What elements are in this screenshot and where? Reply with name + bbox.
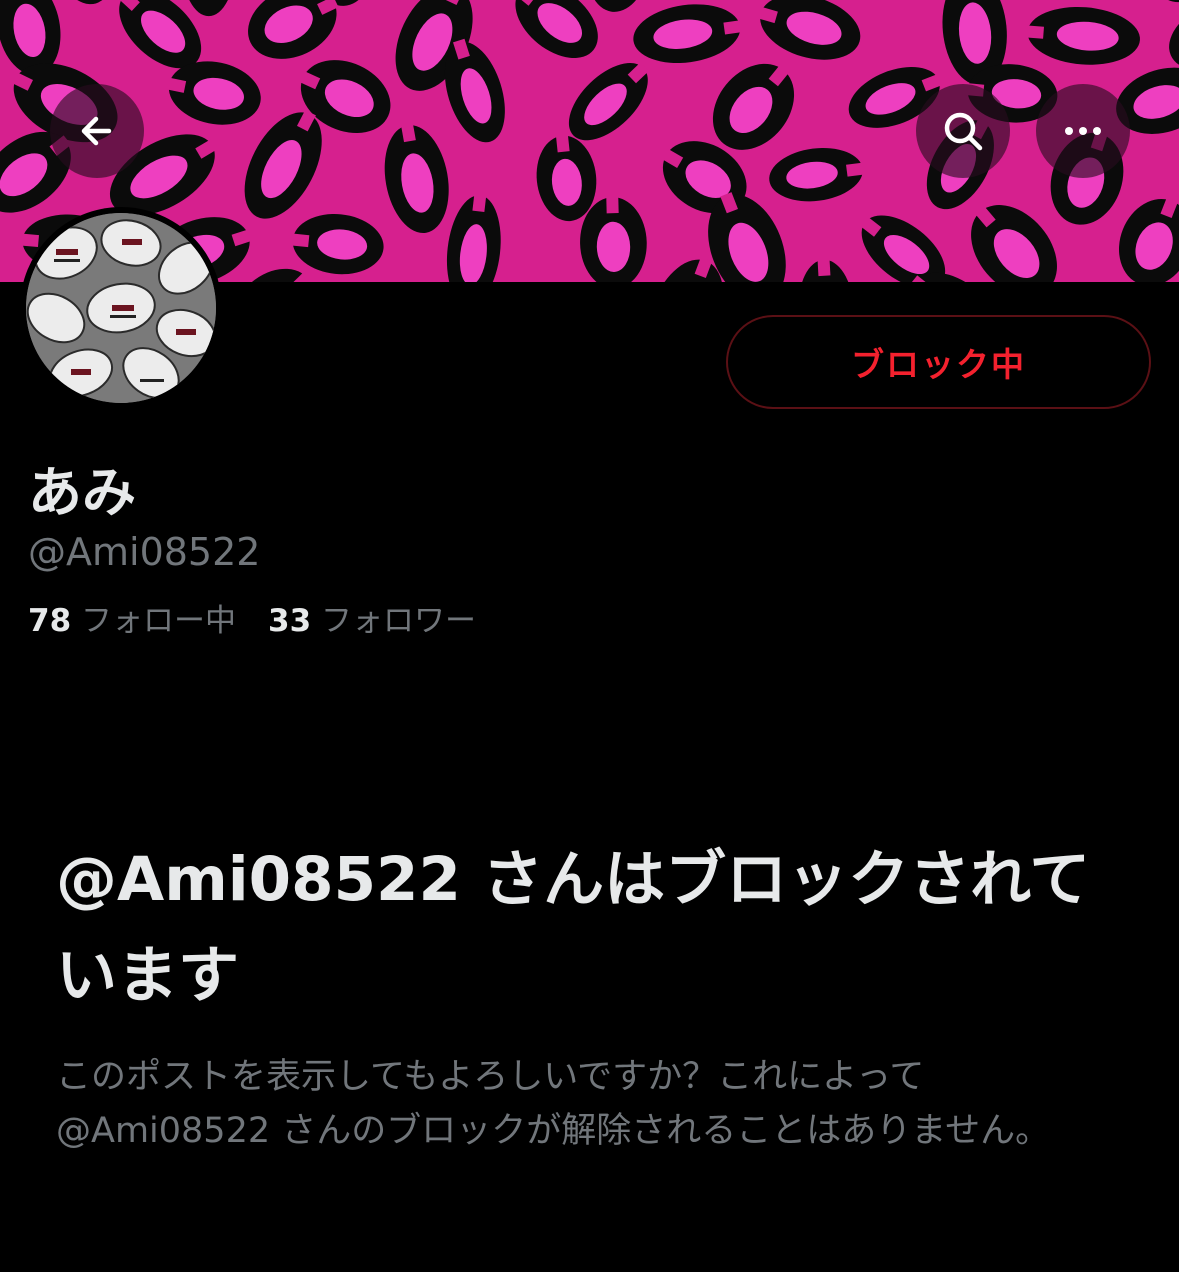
search-icon [944,112,983,151]
display-name: あみ [28,461,136,524]
user-handle: @Ami08522 [28,530,261,574]
blocked-notice-description: このポストを表示してもよろしいですか？これによって @Ami08522 さんのブ… [56,1057,1051,1151]
blocked-notice-title: @Ami08522 さんはブロックされています [56,844,1091,1011]
search-button[interactable] [916,84,1010,178]
blocking-button-label: ブロック中 [851,345,1026,384]
avatar[interactable] [20,207,222,409]
following-label: フォロー中 [81,603,236,639]
following-count: 78 [28,603,72,639]
followers-label: フォロワー [321,603,476,639]
back-button[interactable] [50,84,144,178]
blocking-button[interactable]: ブロック中 [726,315,1151,409]
arrow-left-icon [81,116,112,146]
more-horizontal-icon [1065,127,1101,135]
more-button[interactable] [1036,84,1130,178]
followers-count: 33 [268,603,312,639]
following-link[interactable]: 78 フォロー中 [28,603,236,639]
avatar-image [26,213,216,403]
followers-link[interactable]: 33 フォロワー [268,603,476,639]
follow-stats: 78 フォロー中 33 フォロワー [28,595,476,640]
